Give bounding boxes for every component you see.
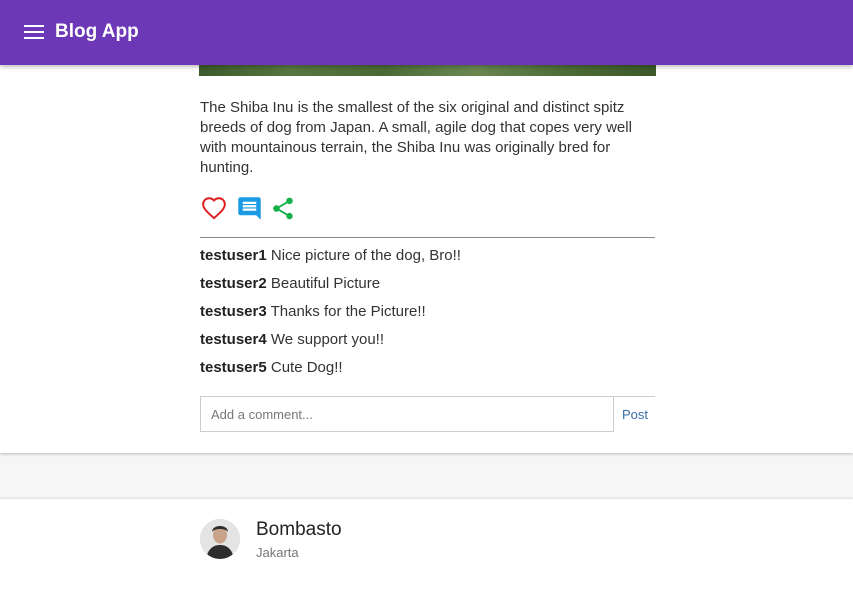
comment-text: Beautiful Picture (270, 275, 381, 292)
avatar[interactable] (200, 519, 240, 559)
share-icon[interactable] (270, 195, 296, 227)
comment-user[interactable]: testuser3 (200, 303, 267, 320)
comment-form: Post (200, 396, 655, 433)
comment-text: Thanks for the Picture!! (270, 303, 426, 320)
comment-item: testuser3 Thanks for the Picture!! (200, 302, 655, 330)
post-card: The Shiba Inu is the smallest of the six… (0, 0, 853, 453)
app-title: Blog App (55, 21, 139, 42)
comments-divider (200, 237, 655, 238)
heart-outline-icon[interactable] (200, 195, 228, 226)
post-caption: The Shiba Inu is the smallest of the six… (200, 99, 632, 176)
comment-user[interactable]: testuser1 (200, 247, 267, 264)
comment-item: testuser5 Cute Dog!! (200, 358, 655, 386)
comment-item: testuser4 We support you!! (200, 330, 655, 358)
app-bar: Blog App (0, 0, 853, 65)
hamburger-menu-icon[interactable] (24, 25, 44, 41)
comment-input[interactable] (200, 397, 614, 432)
comment-user[interactable]: testuser4 (200, 331, 267, 348)
comment-item: testuser1 Nice picture of the dog, Bro!! (200, 246, 655, 274)
comment-text: We support you!! (270, 331, 384, 348)
comment-text: Cute Dog!! (270, 359, 343, 376)
next-post-card: Bombasto Jakarta (0, 499, 853, 599)
comment-user[interactable]: testuser2 (200, 275, 267, 292)
author-name[interactable]: Bombasto (256, 519, 342, 541)
post-comment-button[interactable]: Post (616, 407, 654, 422)
comment-item: testuser2 Beautiful Picture (200, 274, 655, 302)
author-location: Jakarta (256, 545, 299, 560)
comment-icon[interactable] (236, 195, 263, 227)
comment-text: Nice picture of the dog, Bro!! (270, 247, 461, 264)
comment-list: testuser1 Nice picture of the dog, Bro!!… (200, 246, 655, 386)
comment-user[interactable]: testuser5 (200, 359, 267, 376)
